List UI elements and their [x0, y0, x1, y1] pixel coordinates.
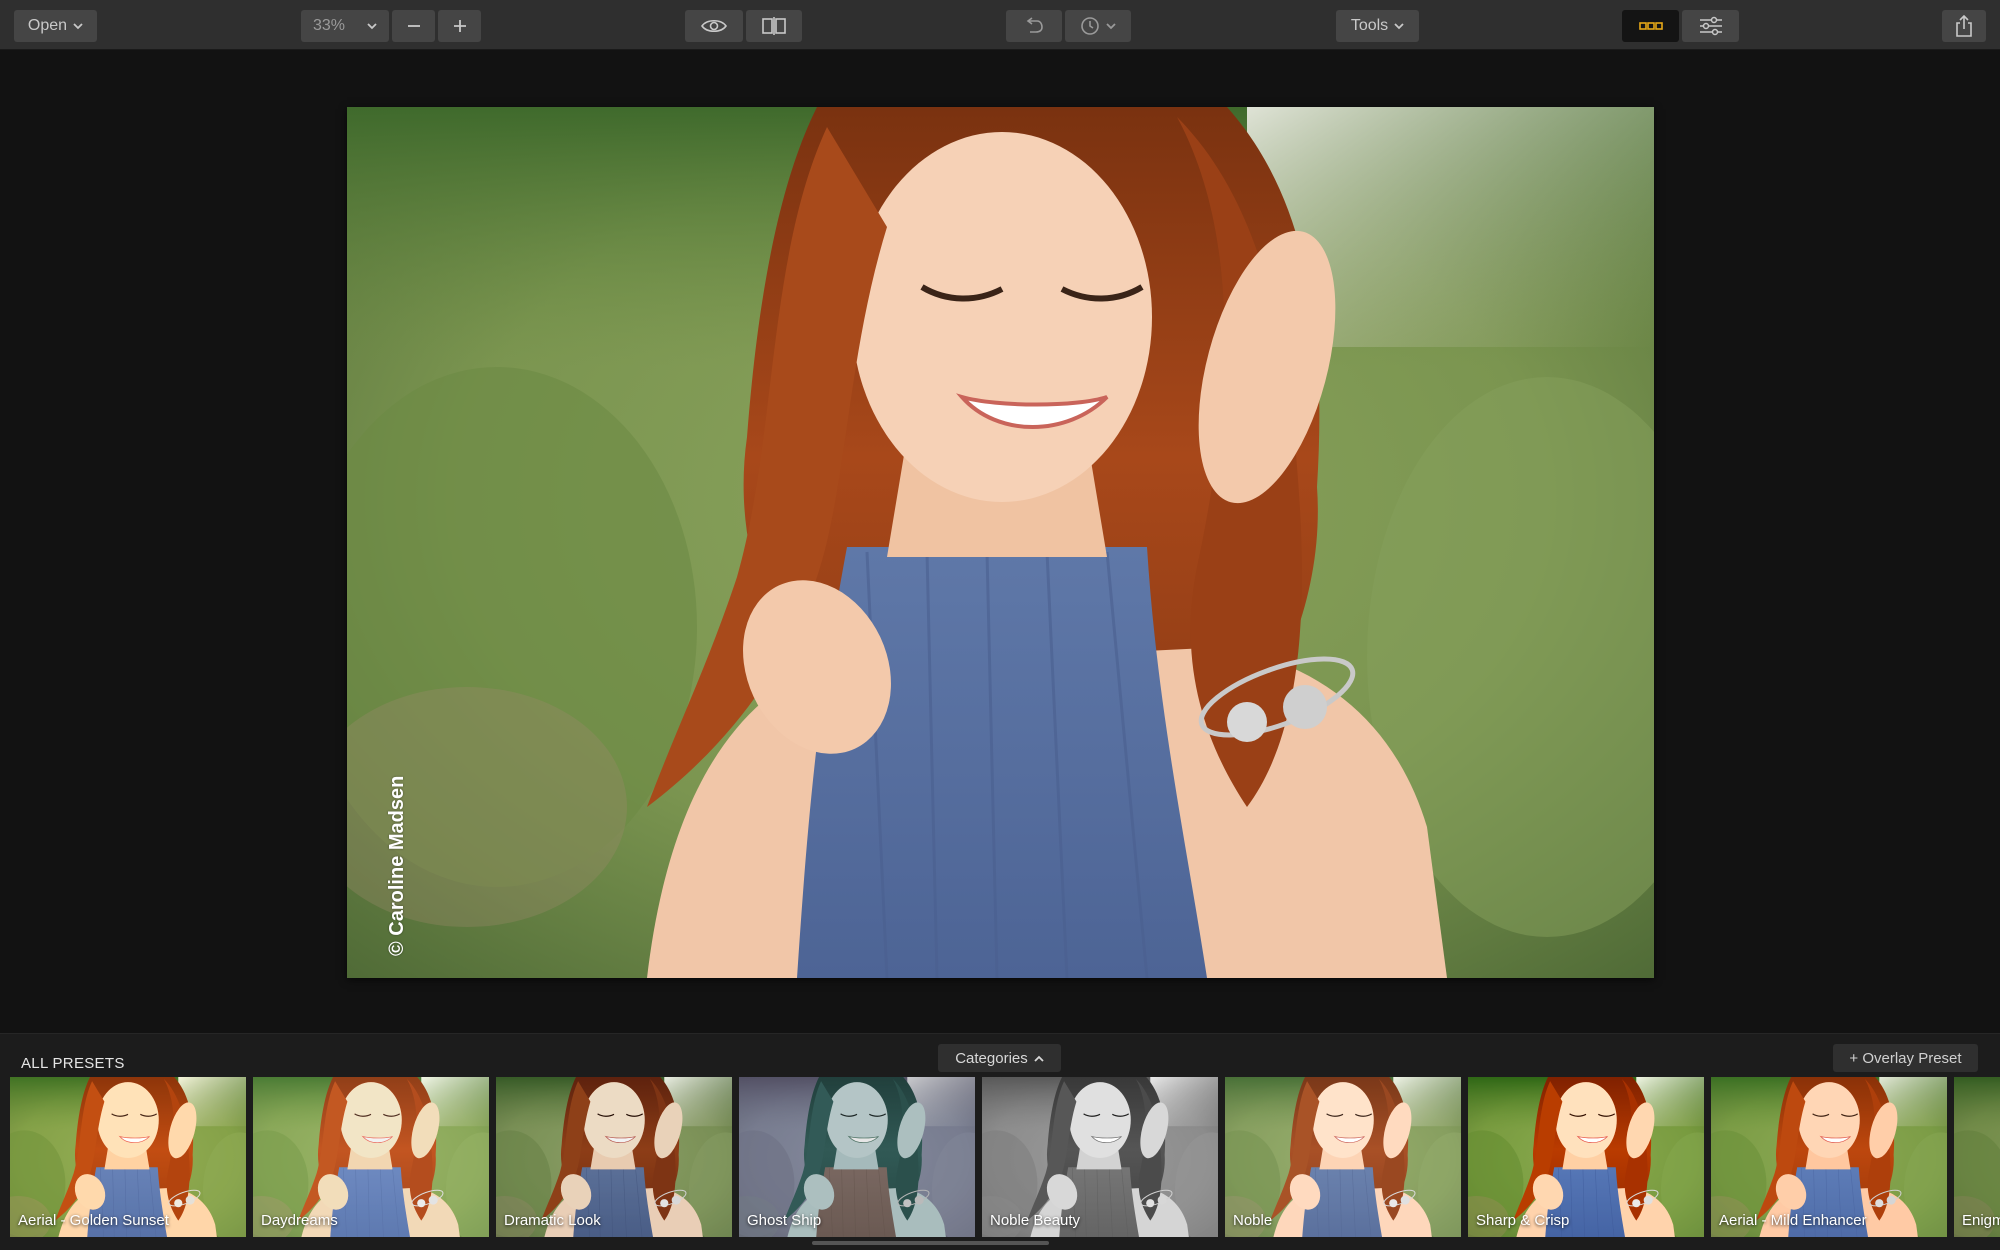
- image-canvas[interactable]: [0, 51, 2000, 1033]
- zoom-select[interactable]: 33%: [301, 10, 389, 42]
- preset-thumbnail[interactable]: Noble Beauty: [982, 1077, 1218, 1237]
- preset-label: Noble: [1233, 1212, 1273, 1229]
- plus-icon: [453, 20, 466, 32]
- overlay-preset-button[interactable]: + Overlay Preset: [1833, 1044, 1978, 1072]
- minus-icon: [407, 25, 420, 27]
- history-button[interactable]: [1065, 10, 1131, 42]
- portrait-image: [347, 107, 1654, 978]
- tools-label: Tools: [1350, 17, 1389, 34]
- preview-button[interactable]: [685, 10, 743, 42]
- zoom-value: 33%: [313, 17, 346, 34]
- main-photo[interactable]: [347, 107, 1654, 978]
- preset-label: Enigma: [1962, 1212, 2000, 1229]
- undo-button[interactable]: [1006, 10, 1062, 42]
- zoom-in-button[interactable]: [438, 10, 481, 42]
- split-view-icon: [762, 17, 786, 35]
- open-label: Open: [27, 17, 68, 34]
- preset-label: Dramatic Look: [504, 1212, 601, 1229]
- undo-icon: [1026, 17, 1043, 33]
- photo-editor-app: Open 33% Tools © Caroline Madsen ALL PRE…: [0, 0, 2000, 1250]
- presets-scrollbar[interactable]: [812, 1241, 1049, 1245]
- preset-thumbnail[interactable]: Dramatic Look: [496, 1077, 732, 1237]
- eye-icon: [701, 19, 727, 33]
- preset-thumbnail[interactable]: Aerial - Mild Enhancer: [1711, 1077, 1947, 1237]
- presets-strip: ALL PRESETS Categories + Overlay Preset …: [0, 1033, 2000, 1250]
- preset-thumbnail[interactable]: Sharp & Crisp: [1468, 1077, 1704, 1237]
- preset-label: Aerial - Mild Enhancer: [1719, 1212, 1867, 1229]
- compare-button[interactable]: [746, 10, 802, 42]
- chevron-down-icon: [1106, 22, 1116, 29]
- clock-icon: [1081, 17, 1099, 35]
- preset-label: Ghost Ship: [747, 1212, 822, 1229]
- presets-panel-toggle[interactable]: [1622, 10, 1679, 42]
- share-button[interactable]: [1942, 10, 1986, 42]
- preset-thumbnail[interactable]: Aerial - Golden Sunset: [10, 1077, 246, 1237]
- preset-thumbnail[interactable]: Ghost Ship: [739, 1077, 975, 1237]
- preset-thumbnail[interactable]: Enigma: [1954, 1077, 2000, 1237]
- photo-watermark: © Caroline Madsen: [386, 775, 408, 956]
- top-toolbar: Open 33% Tools: [0, 0, 2000, 50]
- categories-label: Categories: [955, 1049, 1028, 1067]
- tools-menu-button[interactable]: Tools: [1336, 10, 1419, 42]
- sliders-icon: [1699, 16, 1722, 36]
- chevron-down-icon: [73, 22, 83, 29]
- categories-button[interactable]: Categories: [938, 1044, 1061, 1072]
- chevron-down-icon: [1394, 22, 1404, 29]
- share-icon: [1956, 15, 1972, 37]
- preset-label: Noble Beauty: [990, 1212, 1081, 1229]
- chevron-down-icon: [367, 22, 377, 29]
- zoom-out-button[interactable]: [392, 10, 435, 42]
- preset-label: Daydreams: [261, 1212, 338, 1229]
- presets-strip-icon: [1638, 22, 1663, 30]
- adjustments-panel-toggle[interactable]: [1682, 10, 1739, 42]
- open-menu-button[interactable]: Open: [14, 10, 97, 42]
- preset-label: Sharp & Crisp: [1476, 1212, 1570, 1229]
- preset-thumbnails: Aerial - Golden Sunset Daydreams Dramatic …: [0, 1077, 2000, 1237]
- preset-thumbnail[interactable]: Daydreams: [253, 1077, 489, 1237]
- presets-title: ALL PRESETS: [21, 1055, 125, 1072]
- chevron-up-icon: [1034, 1055, 1044, 1062]
- preset-thumbnail[interactable]: Noble: [1225, 1077, 1461, 1237]
- preset-label: Aerial - Golden Sunset: [18, 1212, 169, 1229]
